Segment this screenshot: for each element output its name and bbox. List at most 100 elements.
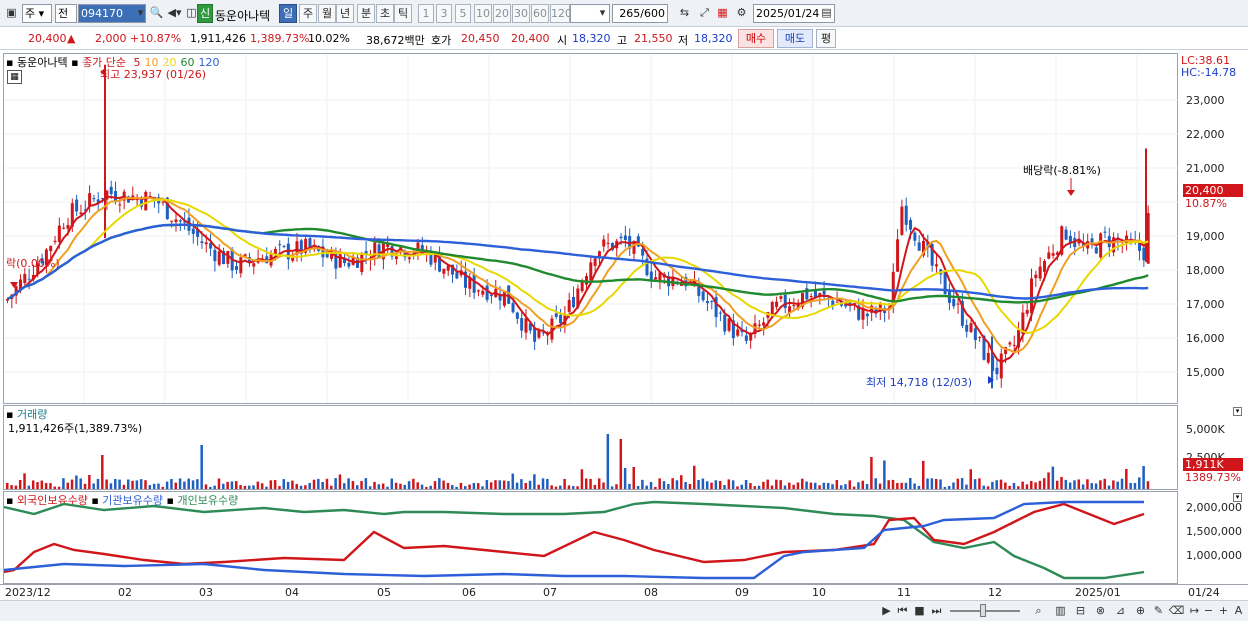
interval-button-7[interactable]: 120 [550,4,572,23]
volume-bar [70,479,74,489]
compare-icon[interactable]: ⇆ [676,4,693,23]
market-value: 주 [25,7,36,20]
interval-button-6[interactable]: 60 [531,4,549,23]
candle [900,199,904,236]
tool-icon[interactable]: ⊗ [1092,602,1109,621]
candle-body [407,257,411,260]
volume-bar [200,445,203,489]
candle-body [23,273,27,284]
volume-bar [736,486,739,489]
pencil-icon[interactable]: ✎ [1150,602,1167,621]
volume-bar [118,479,121,489]
magnify-icon[interactable]: ⌕ [1030,602,1047,621]
volume-bar [632,467,636,489]
volume-bar [451,485,454,489]
candle-body [900,206,904,235]
candle-body [114,191,118,202]
volume-bar [1021,481,1024,489]
calendar-icon[interactable]: ▤ [818,4,835,23]
interval-button-2[interactable]: 5 [455,4,471,23]
interval-button-1[interactable]: 3 [436,4,452,23]
volume-bar [10,485,13,489]
search-icon[interactable]: 🔍 [148,4,165,23]
x-axis-label: 11 [897,586,911,599]
gear-icon[interactable]: ⚙ [733,4,750,23]
interval-dropdown-icon[interactable]: ▾ [594,4,611,23]
candle-body [377,244,381,258]
sell-label: 매도 [784,32,806,45]
buy-button[interactable]: 매수 [738,29,774,48]
candle [1068,230,1072,249]
volume-chart[interactable] [4,406,1178,489]
volume-bar [757,485,761,489]
interval-button-0[interactable]: 1 [418,4,434,23]
volume-bar [913,483,916,489]
count-input[interactable]: 265/600 [612,4,668,23]
volume-panel-close-icon[interactable]: ▾ [1233,407,1242,416]
candle [157,193,161,214]
interval-button-4[interactable]: 20 [493,4,511,23]
forward-icon[interactable]: ⏭ [928,602,945,621]
candle-body [533,327,537,342]
eval-button[interactable]: 평 [816,29,836,48]
bid-price: 20,400 [511,32,550,45]
interval-button-3[interactable]: 10 [474,4,492,23]
period-button-0[interactable]: 일 [279,4,297,23]
save-icon[interactable]: ▦ [714,4,731,23]
new-badge-text: 신 [199,7,211,20]
candle-body [619,236,623,239]
candle-body [178,220,182,222]
code-dropdown-icon[interactable]: ▾ [132,4,149,23]
x-axis-label: 2023/12 [5,586,51,599]
interval-button-5[interactable]: 30 [512,4,530,23]
volume-bar [1129,482,1132,489]
ruler-icon[interactable]: ⊟ [1072,602,1089,621]
period-button-3[interactable]: 년 [336,4,354,23]
candle [442,268,446,279]
volume-bar [135,480,139,489]
volume-bar [943,486,947,489]
period-button-4[interactable]: 분 [357,4,375,23]
volume-bar [338,474,342,489]
zoom-icon[interactable]: ⤢ [696,4,713,23]
candle-body [952,298,956,307]
candle [995,359,999,381]
sell-button[interactable]: 매도 [777,29,813,48]
period-button-5[interactable]: 초 [376,4,394,23]
candle [476,289,480,297]
candle-body [1051,253,1055,256]
draw-icon[interactable]: ⊿ [1112,602,1129,621]
window-icon[interactable]: ▣ [3,4,20,23]
candle [135,194,139,206]
volume-bar [235,481,238,489]
text-size-icon[interactable]: A [1230,602,1247,621]
bars-icon[interactable]: ▥ [1052,602,1069,621]
candle-body [1030,278,1034,314]
speaker-icon[interactable]: ◀▾ [166,4,183,23]
eraser-icon[interactable]: ⌫ [1168,602,1185,621]
volume-bar [667,483,670,489]
volume-bar [377,484,381,489]
type-select[interactable]: 전 [55,4,77,23]
play-icon[interactable]: ▶ [878,602,895,621]
candle-body [282,245,286,247]
price-chart[interactable] [4,54,1178,403]
volume-bar [222,483,225,489]
volume-bar [693,465,696,489]
stop-icon[interactable]: ■ [911,602,928,621]
period-button-2[interactable]: 월 [318,4,336,23]
volume-bar [991,481,994,489]
market-select[interactable]: 주 ▾ [22,4,52,23]
candle-body [170,220,174,222]
candle-body [567,299,571,312]
rewind-icon[interactable]: ⏮ [894,602,911,621]
crosshair-icon[interactable]: ⊕ [1132,602,1149,621]
candle-body [589,262,593,281]
period-button-1[interactable]: 주 [299,4,317,23]
period-button-6[interactable]: 틱 [394,4,412,23]
zoom-slider-handle[interactable] [980,604,986,617]
candle [515,311,519,325]
volume-bar [770,485,774,489]
holdings-chart[interactable] [4,492,1178,583]
price-change: 2,000 [95,32,127,45]
